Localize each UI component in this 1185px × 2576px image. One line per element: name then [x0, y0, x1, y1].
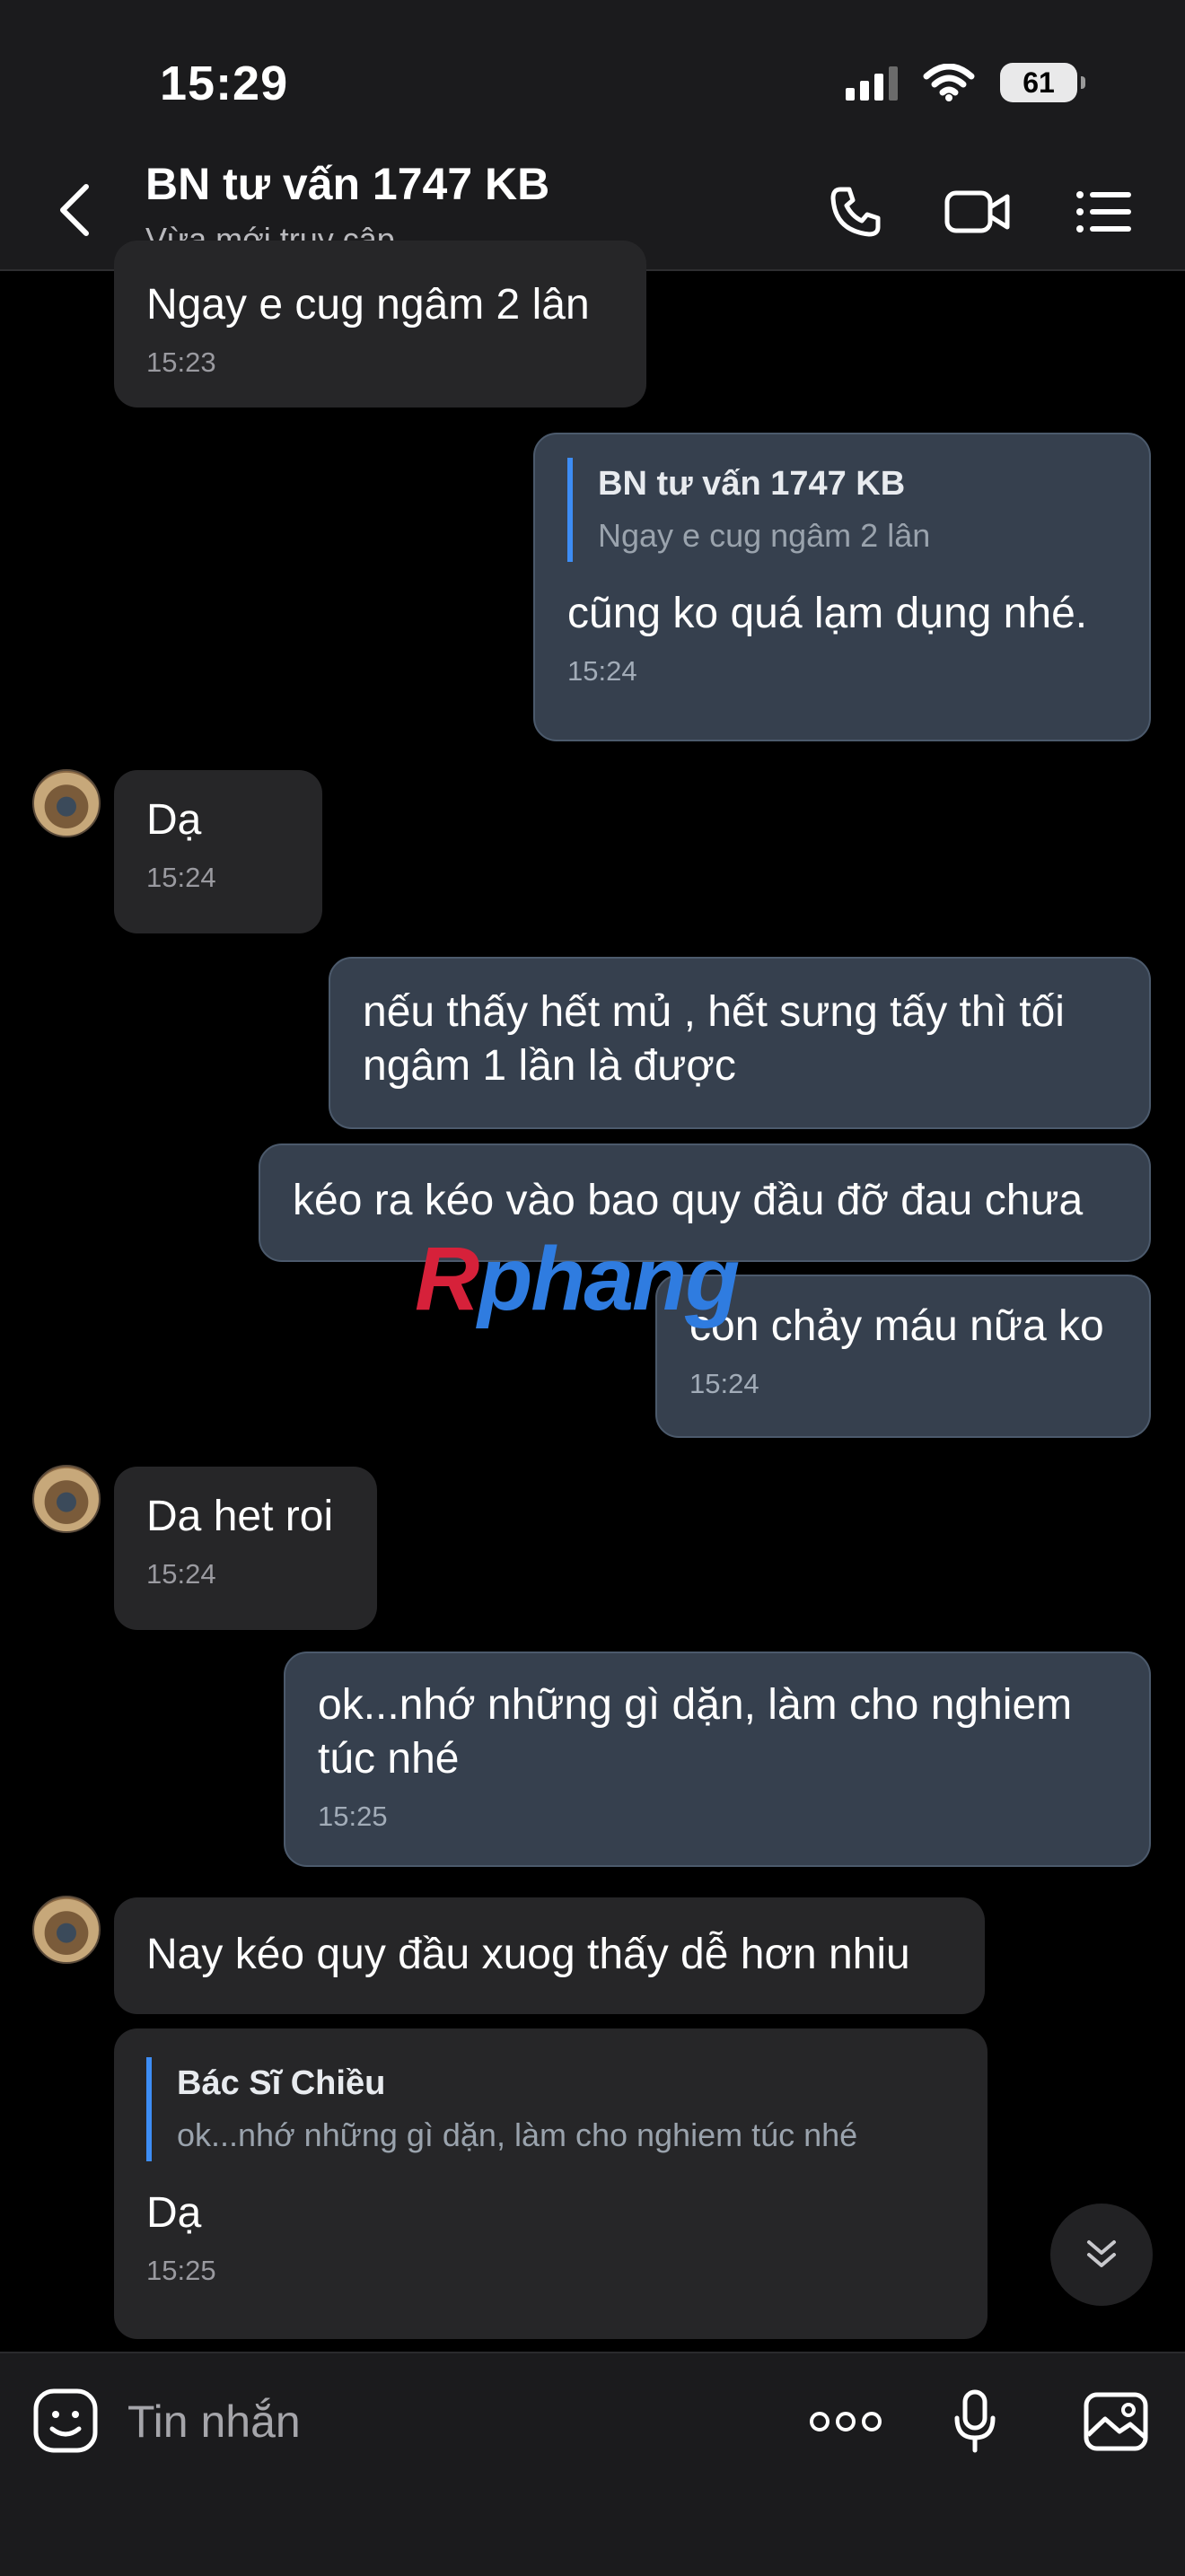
avatar[interactable] — [32, 769, 101, 837]
message-time: 15:25 — [318, 1801, 388, 1832]
chat-header: 15:29 61 BN tư vấn 1747 KB Vừa mới truy … — [0, 0, 1185, 271]
outgoing-message[interactable]: nếu thấy hết mủ , hết sưng tấy thì tối n… — [329, 957, 1151, 1129]
watermark-logo: Rphang — [415, 1229, 740, 1329]
incoming-message[interactable]: Nay kéo quy đầu xuog thấy dễ hơn nhiu — [114, 1897, 985, 2014]
message-text: Da het roi — [146, 1493, 334, 1540]
message-time: 15:24 — [146, 1558, 216, 1590]
reply-quote[interactable]: Bác Sĩ Chiều ok...nhớ những gì dặn, làm … — [146, 2057, 955, 2161]
avatar[interactable] — [32, 1465, 101, 1533]
scroll-to-bottom-button[interactable] — [1050, 2204, 1153, 2306]
message-text: Nay kéo quy đầu xuog thấy dễ hơn nhiu — [146, 1931, 910, 1978]
list-menu-icon[interactable] — [1075, 176, 1133, 248]
microphone-icon[interactable] — [950, 2386, 1000, 2458]
outgoing-message[interactable]: ok...nhớ những gì dặn, làm cho nghiem tú… — [284, 1652, 1151, 1867]
video-call-icon[interactable] — [944, 176, 1011, 248]
conversation-title[interactable]: BN tư vấn 1747 KB — [145, 158, 549, 210]
avatar[interactable] — [32, 1896, 101, 1964]
message-text: kéo ra kéo vào bao quy đầu đỡ đau chưa — [293, 1177, 1084, 1224]
message-time: 15:24 — [689, 1368, 759, 1399]
back-arrow-icon[interactable] — [52, 181, 99, 239]
double-chevron-down-icon — [1087, 2240, 1116, 2267]
message-text: còn chảy máu nữa ko — [689, 1302, 1104, 1350]
more-icon[interactable] — [804, 2386, 887, 2458]
wifi-icon — [923, 64, 975, 101]
message-composer — [0, 2352, 1185, 2576]
message-text: nếu thấy hết mủ , hết sưng tấy thì tối n… — [363, 988, 1065, 1090]
quote-author: BN tư vấn 1747 KB — [598, 465, 906, 503]
incoming-message[interactable]: Dạ 15:24 — [114, 770, 322, 933]
incoming-message[interactable]: Bác Sĩ Chiều ok...nhớ những gì dặn, làm … — [114, 2028, 988, 2339]
message-text: Dạ — [146, 796, 202, 844]
outgoing-message[interactable]: BN tư vấn 1747 KB Ngay e cug ngâm 2 lân … — [533, 433, 1151, 741]
message-input[interactable] — [126, 2389, 758, 2454]
message-time: 15:24 — [567, 655, 637, 687]
status-icons: 61 — [846, 63, 1085, 102]
quote-author: Bác Sĩ Chiều — [177, 2064, 386, 2102]
image-icon[interactable] — [1083, 2386, 1149, 2458]
quote-text: ok...nhớ những gì dặn, làm cho nghiem tú… — [177, 2116, 858, 2153]
message-time: 15:24 — [146, 862, 216, 893]
status-time: 15:29 — [160, 57, 289, 110]
emoji-icon[interactable] — [32, 2388, 99, 2454]
phone-icon[interactable] — [824, 176, 887, 248]
message-text: Dạ — [146, 2189, 202, 2237]
reply-quote[interactable]: BN tư vấn 1747 KB Ngay e cug ngâm 2 lân — [567, 458, 1117, 562]
message-text: ok...nhớ những gì dặn, làm cho nghiem tú… — [318, 1681, 1073, 1783]
signal-icon — [846, 65, 898, 101]
battery-indicator: 61 — [1000, 63, 1085, 102]
message-text: Ngay e cug ngâm 2 lân — [146, 281, 590, 329]
incoming-message[interactable]: Da het roi 15:24 — [114, 1467, 377, 1630]
incoming-message[interactable]: Ngay e cug ngâm 2 lân 15:23 — [114, 241, 646, 407]
message-time: 15:25 — [146, 2255, 216, 2286]
message-text: cũng ko quá lạm dụng nhé. — [567, 590, 1088, 637]
message-time: 15:23 — [146, 346, 216, 378]
quote-text: Ngay e cug ngâm 2 lân — [598, 517, 931, 554]
